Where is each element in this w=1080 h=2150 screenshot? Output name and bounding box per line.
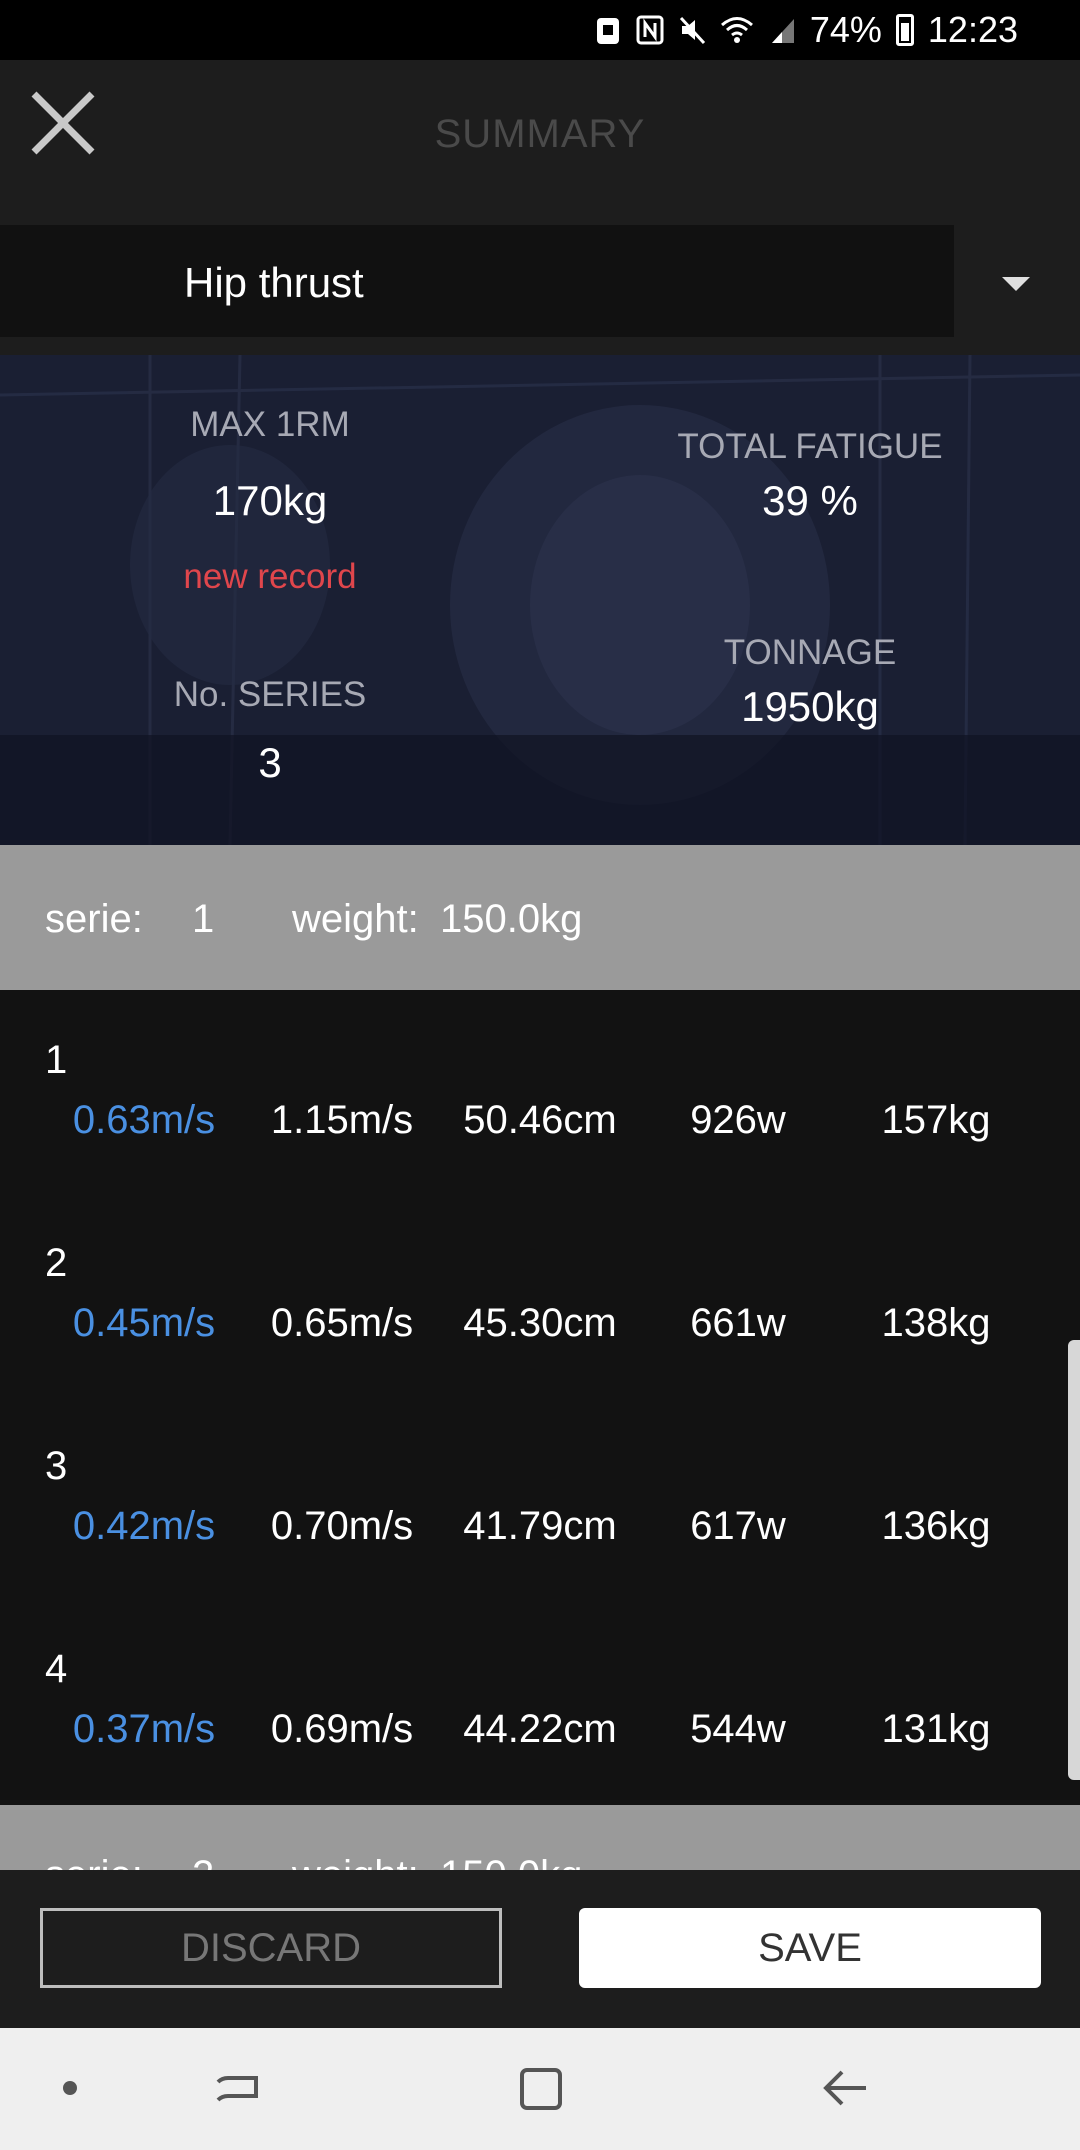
- system-nav-bar: [0, 2028, 1080, 2150]
- exercise-selector[interactable]: Hip thrust: [0, 225, 954, 337]
- estimated-rm: 138kg: [881, 1301, 991, 1345]
- rep-row[interactable]: 4 0.37m/s 0.69m/s 44.22cm 544w 131kg: [0, 1599, 1080, 1802]
- estimated-rm: 136kg: [881, 1504, 991, 1548]
- weight-label: weight:: [292, 1853, 419, 1870]
- chevron-down-icon[interactable]: [990, 263, 1042, 303]
- nfc-icon: [636, 15, 664, 45]
- exercise-selector-row: Hip thrust: [0, 225, 1080, 355]
- tonnage-value: 1950kg: [741, 683, 879, 730]
- screenshot-icon: [596, 18, 619, 44]
- fatigue-stat: TOTAL FATIGUE 39 %: [610, 427, 1010, 525]
- back-icon[interactable]: [814, 2058, 874, 2118]
- rep-number: 2: [45, 1241, 68, 1285]
- serie-label: serie:: [45, 1853, 143, 1870]
- new-record-label: new record: [183, 557, 357, 596]
- clock: 12:23: [927, 9, 1018, 50]
- mean-velocity: 0.63m/s: [72, 1098, 216, 1142]
- series-value: 3: [258, 739, 282, 786]
- fatigue-label: TOTAL FATIGUE: [677, 427, 943, 466]
- fatigue-value: 39 %: [762, 477, 858, 524]
- rep-number: 1: [45, 1038, 68, 1082]
- rep-row[interactable]: 1 0.63m/s 1.15m/s 50.46cm 926w 157kg: [0, 990, 1080, 1193]
- battery-icon: [895, 14, 914, 46]
- top-bar: SUMMARY: [0, 60, 1080, 225]
- rep-number: 4: [45, 1647, 68, 1691]
- mute-icon: [679, 16, 705, 45]
- max-1rm-value: 170kg: [212, 477, 328, 524]
- stats-panel: MAX 1RM 170kg new record No. SERIES 3 TO…: [0, 355, 1080, 845]
- power: 544w: [690, 1707, 786, 1751]
- home-icon[interactable]: [510, 2058, 570, 2118]
- exercise-name: Hip thrust: [184, 259, 364, 306]
- discard-button[interactable]: DISCARD: [40, 1908, 502, 1988]
- scrollbar[interactable]: [1068, 1340, 1080, 1780]
- weight-value: 150.0kg: [440, 1853, 582, 1870]
- reps-list: 1 0.63m/s 1.15m/s 50.46cm 926w 157kg 2 0…: [0, 990, 1080, 1805]
- weight-label: weight:: [292, 897, 419, 941]
- save-button[interactable]: SAVE: [579, 1908, 1041, 1988]
- status-bar: 74% 12:23: [0, 0, 1080, 60]
- page-title: SUMMARY: [434, 112, 646, 156]
- tonnage-label: TONNAGE: [723, 633, 897, 672]
- max-1rm-label: MAX 1RM: [190, 405, 350, 444]
- estimated-rm: 157kg: [881, 1098, 991, 1142]
- status-icons: 74% 12:23: [594, 0, 1018, 60]
- weight-value: 150.0kg: [440, 897, 583, 941]
- series-stat: No. SERIES 3: [70, 675, 470, 787]
- peak-velocity: 0.69m/s: [270, 1707, 414, 1751]
- peak-velocity: 0.70m/s: [270, 1504, 414, 1548]
- rep-row[interactable]: 3 0.42m/s 0.70m/s 41.79cm 617w 136kg: [0, 1396, 1080, 1599]
- serie-number: 2: [192, 1853, 214, 1870]
- peak-velocity: 0.65m/s: [270, 1301, 414, 1345]
- distance: 41.79cm: [463, 1504, 617, 1548]
- serie-header-next[interactable]: serie: 2 weight: 150.0kg: [0, 1805, 1080, 1870]
- series-label: No. SERIES: [173, 675, 367, 714]
- power: 617w: [690, 1504, 786, 1548]
- wifi-icon: [720, 17, 753, 43]
- estimated-rm: 131kg: [881, 1707, 991, 1751]
- nav-dot-icon[interactable]: [40, 2058, 100, 2118]
- power: 926w: [690, 1098, 786, 1142]
- action-bar: DISCARD SAVE: [0, 1870, 1080, 2028]
- mean-velocity: 0.37m/s: [72, 1707, 216, 1751]
- rep-number: 3: [45, 1444, 68, 1488]
- power: 661w: [690, 1301, 786, 1345]
- mean-velocity: 0.42m/s: [72, 1504, 216, 1548]
- tonnage-stat: TONNAGE 1950kg: [610, 633, 1010, 731]
- serie-label: serie:: [45, 897, 143, 941]
- rep-row[interactable]: 2 0.45m/s 0.65m/s 45.30cm 661w 138kg: [0, 1193, 1080, 1396]
- serie-number: 1: [192, 897, 215, 941]
- signal-icon: [771, 19, 794, 43]
- battery-percent: 74%: [809, 9, 882, 50]
- distance: 44.22cm: [463, 1707, 617, 1751]
- max-1rm-stat: MAX 1RM 170kg new record: [70, 405, 470, 597]
- mean-velocity: 0.45m/s: [72, 1301, 216, 1345]
- distance: 45.30cm: [463, 1301, 617, 1345]
- peak-velocity: 1.15m/s: [270, 1098, 414, 1142]
- distance: 50.46cm: [463, 1098, 617, 1142]
- serie-header[interactable]: serie: 1 weight: 150.0kg: [0, 845, 1080, 990]
- recent-apps-icon[interactable]: [208, 2058, 268, 2118]
